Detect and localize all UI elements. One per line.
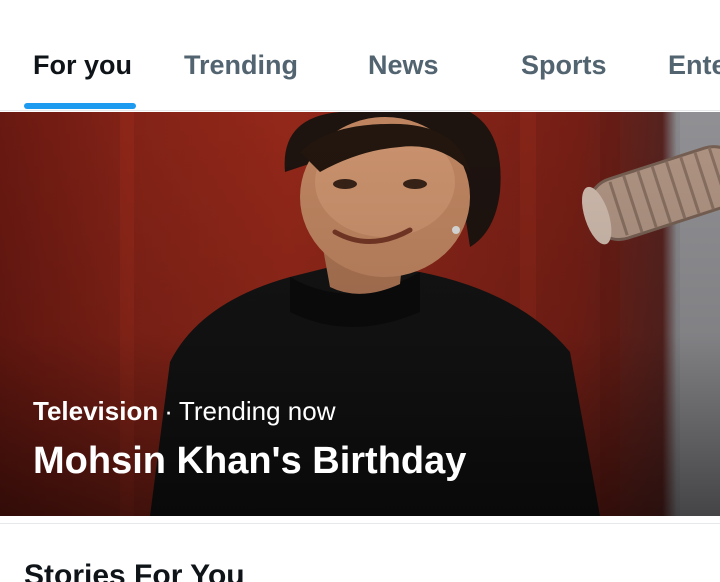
hero-caption: Television · Trending now Mohsin Khan's Bi… [33, 394, 466, 486]
explore-tab-bar: For you Trending News Sports Ente [0, 0, 720, 111]
tab-for-you[interactable]: For you [33, 47, 132, 83]
hero-title[interactable]: Mohsin Khan's Birthday [33, 436, 466, 486]
trending-hero-card[interactable]: Television · Trending now Mohsin Khan's Bi… [0, 112, 720, 516]
tab-trending[interactable]: Trending [184, 47, 298, 83]
hero-meta: Television · Trending now [33, 394, 466, 428]
stories-section-title: Stories For You [24, 559, 245, 582]
hero-category: Television [33, 396, 159, 426]
tab-sports[interactable]: Sports [521, 47, 607, 83]
active-tab-indicator [24, 103, 136, 109]
hero-separator: · [164, 396, 173, 426]
hero-status: Trending now [178, 396, 336, 426]
tab-news[interactable]: News [368, 47, 439, 83]
section-divider [0, 516, 720, 524]
tab-entertainment[interactable]: Ente [668, 47, 720, 83]
